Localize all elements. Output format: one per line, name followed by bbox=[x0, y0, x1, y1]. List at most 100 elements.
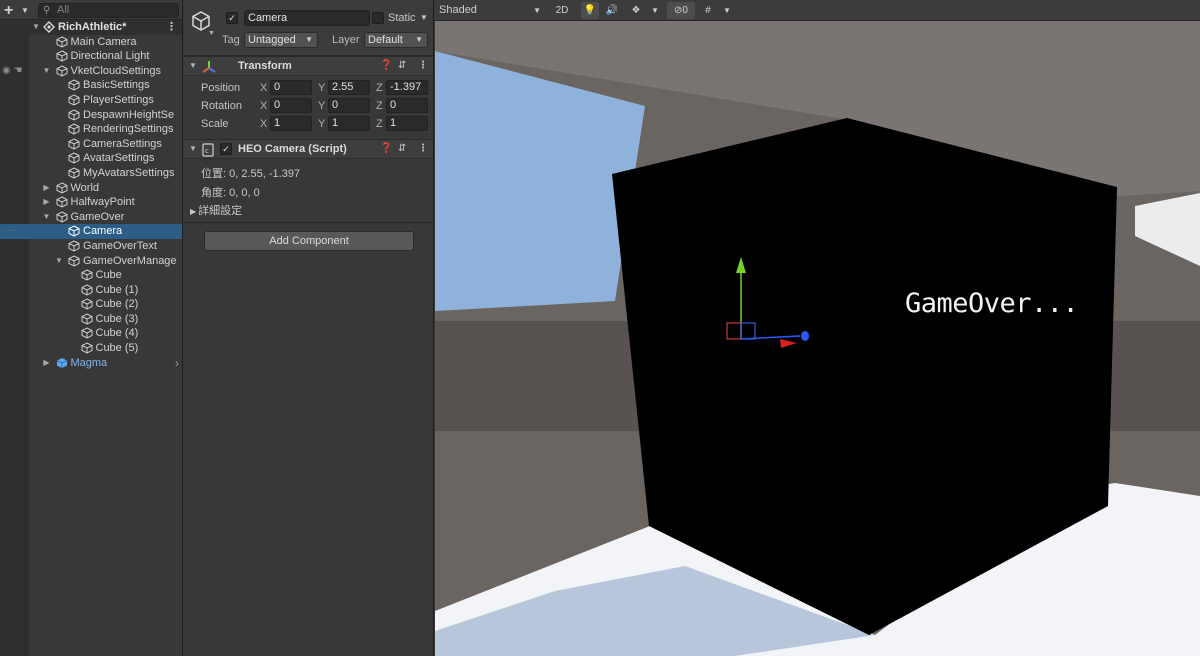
audio-toggle-icon[interactable]: 🔊 bbox=[603, 2, 621, 19]
scale-z-label[interactable]: Z bbox=[376, 118, 383, 130]
hierarchy-item[interactable]: ▼ VketCloudSettings ◉ ☚ bbox=[0, 64, 182, 79]
script-title: HEO Camera (Script) bbox=[238, 143, 347, 155]
rotation-x-field[interactable]: 0 bbox=[270, 98, 312, 113]
foldout-arrow-icon[interactable]: ▼ bbox=[189, 61, 197, 70]
scale-x-field[interactable]: 1 bbox=[270, 116, 312, 131]
hierarchy-search-input[interactable]: ⚲ All bbox=[38, 3, 179, 18]
selection-dots-icon: ······ bbox=[2, 225, 17, 237]
visibility-eye-icon[interactable]: ◉ ☚ bbox=[2, 64, 22, 79]
scale-y-label[interactable]: Y bbox=[318, 118, 325, 130]
hierarchy-item[interactable]: CameraSettings bbox=[0, 137, 182, 152]
help-icon[interactable]: ❓ bbox=[380, 143, 392, 154]
script-component-header[interactable]: ▼ c ✓ HEO Camera (Script) ❓ ⇵ ⋮ bbox=[184, 139, 433, 159]
hierarchy-item[interactable]: Cube (2) bbox=[0, 297, 182, 312]
hierarchy-item-label: Main Camera bbox=[70, 35, 137, 48]
hierarchy-item[interactable]: Cube (4) bbox=[0, 326, 182, 341]
hierarchy-item[interactable]: PlayerSettings bbox=[0, 93, 182, 108]
kebab-menu-icon[interactable]: ⋮ bbox=[418, 143, 428, 154]
layer-dropdown[interactable]: Default ▼ bbox=[364, 32, 428, 48]
expand-arrow-icon[interactable]: ▼ bbox=[54, 254, 64, 269]
hierarchy-item[interactable]: Cube bbox=[0, 268, 182, 283]
effects-toggle-icon[interactable]: ❖ bbox=[627, 2, 645, 19]
details-foldout[interactable]: ▶ 詳細設定 bbox=[190, 202, 242, 218]
gameobject-cube-icon bbox=[68, 94, 80, 106]
hierarchy-item[interactable]: Cube (5) bbox=[0, 341, 182, 356]
effects-dropdown-arrow[interactable]: ▼ bbox=[649, 2, 661, 19]
help-icon[interactable]: ❓ bbox=[380, 60, 392, 71]
hierarchy-item[interactable]: ▼ GameOverManage bbox=[0, 254, 182, 269]
foldout-arrow-icon[interactable]: ▼ bbox=[189, 144, 197, 153]
hierarchy-item[interactable]: GameOverText bbox=[0, 239, 182, 254]
chevron-right-icon[interactable]: › bbox=[175, 356, 179, 371]
gameobject-cube-icon bbox=[56, 65, 67, 77]
2d-toggle-button[interactable]: 2D bbox=[551, 2, 573, 19]
preset-icon[interactable]: ⇵ bbox=[398, 143, 406, 154]
hierarchy-item[interactable]: BasicSettings bbox=[0, 78, 182, 93]
rotation-y-field[interactable]: 0 bbox=[328, 98, 370, 113]
position-y-label[interactable]: Y bbox=[318, 82, 325, 94]
hierarchy-item[interactable]: Main Camera bbox=[0, 35, 182, 50]
gameobject-icon[interactable] bbox=[190, 10, 212, 32]
position-y-field[interactable]: 2.55 bbox=[328, 80, 370, 95]
collapse-arrow-icon[interactable]: ▶ bbox=[42, 195, 52, 210]
scale-y-field[interactable]: 1 bbox=[328, 116, 370, 131]
chevron-down-icon: ▼ bbox=[305, 35, 313, 44]
position-z-field[interactable]: -1.397 bbox=[386, 80, 428, 95]
hierarchy-item[interactable]: ▶ HalfwayPoint bbox=[0, 195, 182, 210]
rotation-y-label[interactable]: Y bbox=[318, 100, 325, 112]
z-axis-handle[interactable] bbox=[801, 331, 809, 341]
gameobject-cube-icon bbox=[81, 298, 92, 310]
script-enabled-checkbox[interactable]: ✓ bbox=[220, 143, 232, 155]
position-x-field[interactable]: 0 bbox=[270, 80, 312, 95]
rotation-z-label[interactable]: Z bbox=[376, 100, 383, 112]
static-checkbox[interactable] bbox=[372, 12, 384, 24]
hierarchy-item[interactable]: Camera ······ bbox=[0, 224, 182, 239]
hierarchy-item[interactable]: Directional Light bbox=[0, 49, 182, 64]
hierarchy-item[interactable]: ▼ GameOver bbox=[0, 210, 182, 225]
hierarchy-item[interactable]: Cube (1) bbox=[0, 283, 182, 298]
hierarchy-item[interactable]: RenderingSettings bbox=[0, 122, 182, 137]
hierarchy-item[interactable]: AvatarSettings bbox=[0, 151, 182, 166]
hierarchy-item[interactable]: ▶ World bbox=[0, 181, 182, 196]
tag-dropdown[interactable]: Untagged ▼ bbox=[244, 32, 318, 48]
rotation-x-label[interactable]: X bbox=[260, 100, 267, 112]
hierarchy-item[interactable]: ▶ Magma › bbox=[0, 356, 182, 371]
kebab-menu-icon[interactable]: ⋮ bbox=[166, 20, 177, 35]
create-button[interactable]: + ▼ bbox=[4, 2, 30, 19]
hierarchy-item-label: Cube (3) bbox=[95, 312, 139, 325]
position-z-label[interactable]: Z bbox=[376, 82, 383, 94]
transform-component-header[interactable]: ▼ Transform ❓ ⇵ ⋮ bbox=[184, 56, 433, 76]
position-x-label[interactable]: X bbox=[260, 82, 267, 94]
object-name-field[interactable]: Camera bbox=[244, 10, 370, 26]
chevron-down-icon: ▼ bbox=[533, 6, 541, 15]
scene-view[interactable]: Shaded ▼ 2D 💡 🔊 ❖ ▼ ⊘0 # ▼ GameOver... bbox=[435, 0, 1200, 656]
gameobject-cube-icon bbox=[56, 196, 67, 208]
expand-arrow-icon[interactable]: ▼ bbox=[42, 210, 52, 225]
hierarchy-item-label: GameOver bbox=[70, 210, 125, 223]
scene-canvas[interactable] bbox=[435, 21, 1200, 656]
tag-label: Tag bbox=[222, 34, 240, 46]
search-placeholder: All bbox=[57, 4, 70, 16]
hidden-objects-toggle[interactable]: ⊘0 bbox=[667, 2, 695, 19]
chevron-down-icon: ▼ bbox=[21, 6, 29, 15]
hierarchy-item[interactable]: DespawnHeightSe bbox=[0, 108, 182, 123]
collapse-arrow-icon[interactable]: ▶ bbox=[42, 181, 52, 196]
scale-x-label[interactable]: X bbox=[260, 118, 267, 130]
grid-toggle-icon[interactable]: # bbox=[699, 2, 717, 19]
hierarchy-item[interactable]: MyAvatarsSettings bbox=[0, 166, 182, 181]
preset-icon[interactable]: ⇵ bbox=[398, 60, 406, 71]
lighting-toggle-icon[interactable]: 💡 bbox=[581, 2, 599, 19]
kebab-menu-icon[interactable]: ⋮ bbox=[418, 60, 428, 71]
hierarchy-item[interactable]: Cube (3) bbox=[0, 312, 182, 327]
collapse-arrow-icon[interactable]: ▶ bbox=[42, 356, 52, 371]
add-component-button[interactable]: Add Component bbox=[204, 231, 414, 251]
scale-z-field[interactable]: 1 bbox=[386, 116, 428, 131]
shading-mode-dropdown[interactable]: Shaded ▼ bbox=[437, 2, 545, 19]
expand-arrow-icon[interactable]: ▼ bbox=[31, 20, 41, 35]
static-dropdown-arrow[interactable]: ▼ bbox=[420, 13, 428, 22]
grid-dropdown-arrow[interactable]: ▼ bbox=[721, 2, 733, 19]
active-checkbox[interactable]: ✓ bbox=[226, 12, 238, 24]
rotation-z-field[interactable]: 0 bbox=[386, 98, 428, 113]
expand-arrow-icon[interactable]: ▼ bbox=[42, 64, 52, 79]
hierarchy-scene-row[interactable]: ▼ RichAthletic* ⋮ bbox=[0, 20, 182, 35]
